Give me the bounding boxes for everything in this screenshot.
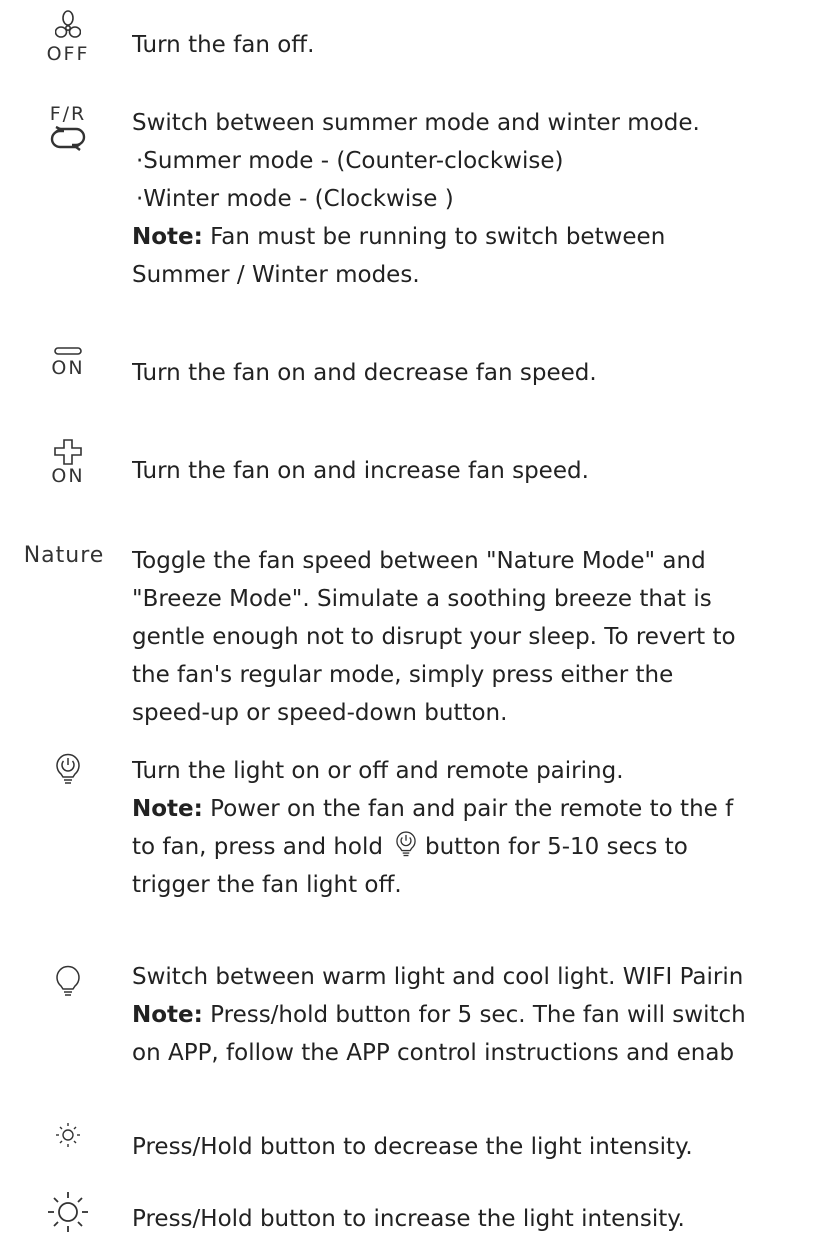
fr-label: F/R bbox=[49, 103, 87, 125]
light-color-button-icon bbox=[20, 964, 116, 998]
bulb-power-icon bbox=[396, 831, 416, 857]
speed-up-button-icon: ON bbox=[20, 438, 116, 487]
light-bright-description: Press/Hold button to increase the light … bbox=[132, 1206, 685, 1232]
nature-button-icon: Nature bbox=[0, 543, 128, 568]
fan-icon bbox=[55, 10, 81, 38]
plus-icon bbox=[54, 439, 82, 465]
light-bright-button-icon bbox=[20, 1190, 116, 1234]
speed-down-button-icon: ON bbox=[20, 344, 116, 379]
off-label: OFF bbox=[46, 43, 90, 65]
light-power-note: Note: Power on the fan and pair the remo… bbox=[132, 796, 734, 822]
forward-reverse-button-icon: F/R bbox=[20, 104, 116, 151]
reverse-arrows-icon bbox=[50, 125, 86, 151]
light-dim-description: Press/Hold button to decrease the light … bbox=[132, 1134, 693, 1160]
nature-label: Nature bbox=[23, 543, 105, 568]
fr-note: Note: Fan must be running to switch betw… bbox=[132, 224, 666, 250]
sun-small-icon bbox=[56, 1123, 80, 1147]
light-dim-button-icon bbox=[20, 1120, 116, 1150]
light-color-description: Switch between warm light and cool light… bbox=[132, 958, 835, 1072]
light-color-note: Note: Press/hold button for 5 sec. The f… bbox=[132, 1002, 746, 1028]
minus-icon bbox=[54, 347, 82, 355]
light-power-description: Turn the light on or off and remote pair… bbox=[132, 752, 835, 904]
sun-large-icon bbox=[48, 1192, 88, 1232]
on-label: ON bbox=[51, 465, 85, 487]
on-label: ON bbox=[51, 357, 85, 379]
summer-mode-bullet: ·Summer mode - (Counter-clockwise) bbox=[136, 148, 564, 174]
fan-off-button-icon: OFF bbox=[20, 10, 116, 65]
speed-down-description: Turn the fan on and decrease fan speed. bbox=[132, 360, 597, 386]
speed-up-description: Turn the fan on and increase fan speed. bbox=[132, 458, 589, 484]
light-power-button-icon bbox=[20, 752, 116, 786]
bulb-power-icon bbox=[56, 753, 80, 784]
forward-reverse-description: Switch between summer mode and winter mo… bbox=[132, 104, 835, 294]
winter-mode-bullet: ·Winter mode - (Clockwise ) bbox=[136, 186, 454, 212]
bulb-icon bbox=[56, 965, 80, 996]
nature-mode-description: Toggle the fan speed between "Nature Mod… bbox=[132, 548, 736, 726]
fan-off-description: Turn the fan off. bbox=[132, 32, 315, 58]
